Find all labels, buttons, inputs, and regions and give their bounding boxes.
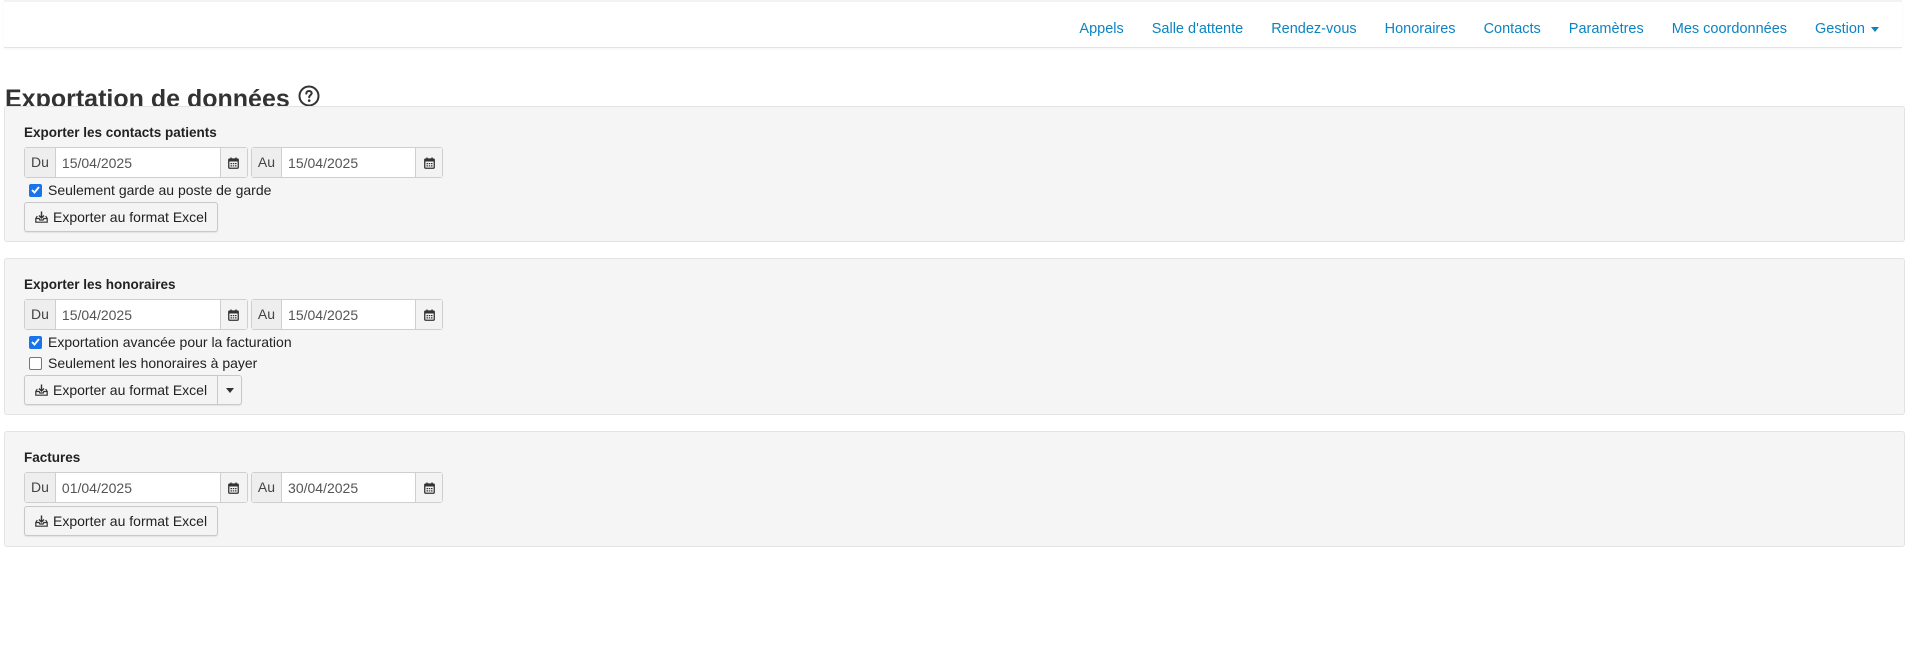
from-date-input[interactable]: [55, 300, 220, 329]
caret-down-icon: [1871, 27, 1879, 32]
checkbox-label: Seulement garde au poste de garde: [48, 182, 272, 198]
calendar-icon[interactable]: [415, 473, 443, 502]
calendar-icon[interactable]: [415, 300, 443, 329]
to-date-group: Au: [250, 472, 444, 503]
checkbox-checked[interactable]: [29, 335, 42, 349]
to-date-input[interactable]: [282, 148, 416, 177]
nav-gestion-dropdown[interactable]: Gestion: [1815, 21, 1879, 37]
to-date-input[interactable]: [282, 473, 416, 502]
calendar-icon[interactable]: [219, 473, 247, 502]
from-date-input[interactable]: [55, 473, 220, 502]
panel-factures: Factures Du Au Exporter au format Excel: [4, 431, 1905, 547]
top-navbar: Appels Salle d'attente Rendez-vous Honor…: [4, 0, 1902, 48]
download-icon: [35, 515, 48, 527]
checkbox-facturation-row[interactable]: Exportation avancée pour la facturation: [29, 334, 292, 350]
nav-appels[interactable]: Appels: [1079, 21, 1123, 37]
export-options-dropdown-toggle[interactable]: [217, 376, 241, 404]
export-excel-main[interactable]: Exporter au format Excel: [25, 507, 217, 535]
from-label: Du: [25, 473, 56, 502]
export-excel-split-button[interactable]: Exporter au format Excel: [24, 375, 243, 405]
date-range: Du Au: [24, 472, 446, 503]
download-icon: [35, 384, 48, 396]
export-excel-label: Exporter au format Excel: [53, 382, 208, 398]
checkbox-label: Seulement les honoraires à payer: [48, 355, 258, 371]
export-excel-button[interactable]: Exporter au format Excel: [24, 202, 219, 232]
to-date-group: Au: [250, 299, 444, 330]
export-excel-main[interactable]: Exporter au format Excel: [25, 203, 217, 231]
to-date-input[interactable]: [282, 300, 416, 329]
from-label: Du: [25, 300, 56, 329]
to-date-group: Au: [250, 147, 444, 178]
section-title: Factures: [24, 450, 81, 465]
download-icon: [35, 211, 48, 223]
nav-parametres[interactable]: Paramètres: [1569, 21, 1644, 37]
checkbox-a-payer-row[interactable]: Seulement les honoraires à payer: [29, 355, 257, 371]
calendar-icon[interactable]: [219, 300, 247, 329]
from-date-input[interactable]: [55, 148, 220, 177]
calendar-icon[interactable]: [219, 148, 247, 177]
export-excel-label: Exporter au format Excel: [53, 209, 208, 225]
export-excel-main[interactable]: Exporter au format Excel: [25, 376, 217, 404]
section-title: Exporter les contacts patients: [24, 125, 217, 140]
checkbox-garde-row[interactable]: Seulement garde au poste de garde: [29, 182, 271, 198]
nav-salle-attente[interactable]: Salle d'attente: [1152, 21, 1243, 37]
caret-down-icon: [225, 387, 234, 393]
nav-gestion-label: Gestion: [1815, 21, 1865, 37]
to-label: Au: [251, 300, 283, 329]
from-date-group: Du: [24, 147, 248, 178]
section-title: Exporter les honoraires: [24, 277, 176, 292]
to-label: Au: [251, 473, 283, 502]
checkbox-label: Exportation avancée pour la facturation: [48, 334, 292, 350]
checkbox-unchecked[interactable]: [29, 356, 42, 370]
panel-export-honoraires: Exporter les honoraires Du Au Exportatio…: [4, 258, 1905, 415]
from-label: Du: [25, 148, 56, 177]
nav-rendez-vous[interactable]: Rendez-vous: [1271, 21, 1356, 37]
calendar-icon[interactable]: [415, 148, 443, 177]
to-label: Au: [251, 148, 283, 177]
from-date-group: Du: [24, 472, 248, 503]
export-excel-button[interactable]: Exporter au format Excel: [24, 506, 219, 536]
checkbox-checked[interactable]: [29, 183, 42, 197]
nav-mes-coordonnees[interactable]: Mes coordonnées: [1672, 21, 1787, 37]
from-date-group: Du: [24, 299, 248, 330]
panel-export-contacts: Exporter les contacts patients Du Au Seu…: [4, 106, 1905, 242]
export-excel-label: Exporter au format Excel: [53, 513, 208, 529]
date-range: Du Au: [24, 147, 446, 178]
nav-contacts[interactable]: Contacts: [1484, 21, 1541, 37]
date-range: Du Au: [24, 299, 446, 330]
top-line: [4, 0, 1902, 2]
main-nav: Appels Salle d'attente Rendez-vous Honor…: [1051, 21, 1879, 37]
nav-honoraires[interactable]: Honoraires: [1385, 21, 1456, 37]
